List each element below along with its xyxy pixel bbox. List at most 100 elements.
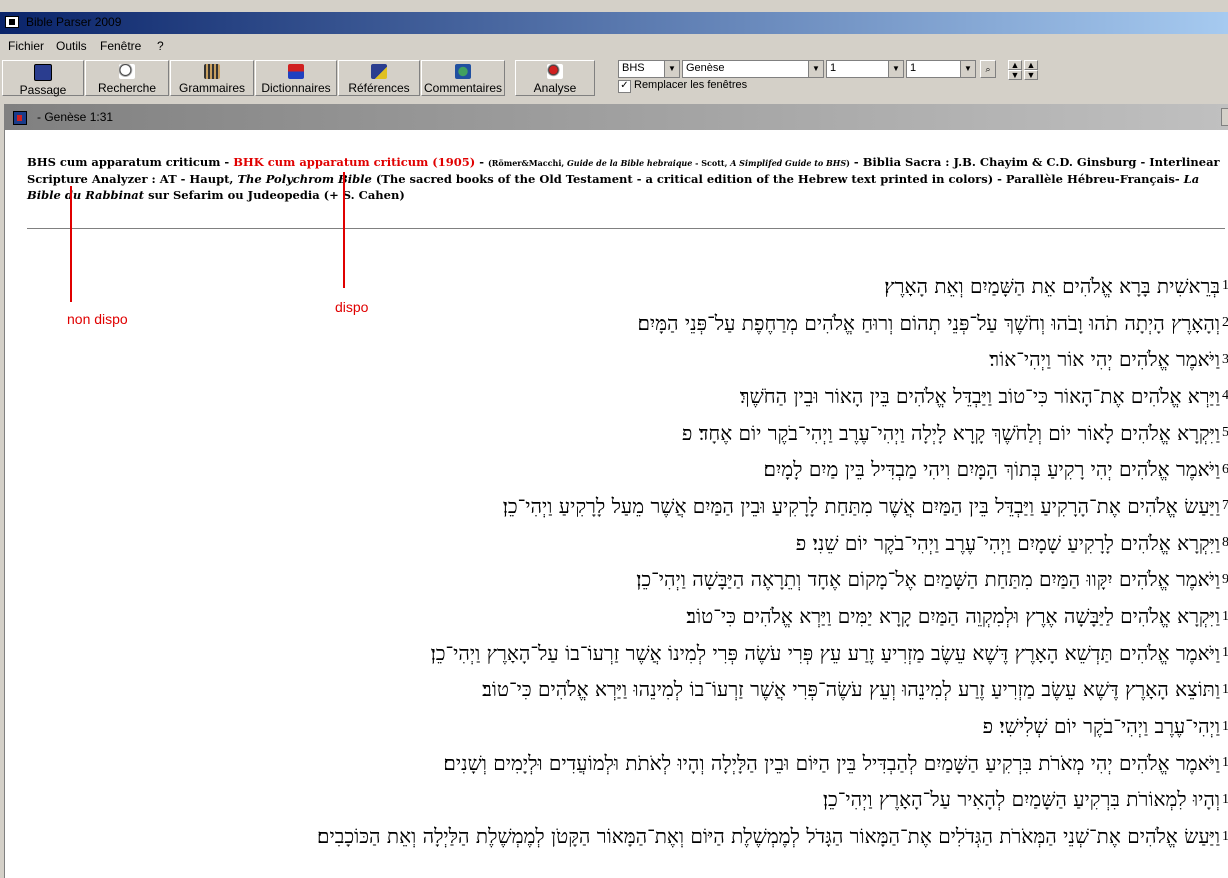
verse-row[interactable]: 1 וַיְהִי־עֶרֶב וַיְהִי־בֹקֶר יוֹם שְׁלִי… [69,708,1228,745]
document-icon[interactable] [13,111,27,125]
search-icon: ⌕ [985,64,991,74]
verse-row[interactable]: 7 וַיַּעַשׂ אֱלֹהִים אֶת־הָרָקִיעַ וַיַּב… [69,488,1228,525]
app-icon [5,16,19,28]
verse-number: 2 [1222,315,1228,331]
verse-text[interactable]: וַיֹּאמֶר אֱלֹהִים תַּדְשֵׁא הָאָרֶץ דֶּ… [431,641,1220,666]
verse-text[interactable]: וַיֹּאמֶר אֱלֹהִים יִקָּווּ הַמַּיִם מִת… [636,567,1220,592]
passage-button[interactable]: Passage [2,60,84,97]
book-select[interactable]: Genèse ▼ [682,60,824,78]
grammaires-button[interactable]: Grammaires [170,60,254,96]
verse-row[interactable]: 5 וַיִּקְרָא אֱלֹהִים לָאוֹר יוֹם וְלַחֹש… [69,415,1228,452]
replace-windows-label: Remplacer les fenêtres [634,79,748,91]
verse-row[interactable]: 1 וְהָיוּ לִמְאוֹרֹת בִּרְקִיעַ הַשָּׁמַי… [69,782,1228,819]
commentaires-button[interactable]: Commentaires [421,60,505,96]
recherche-button[interactable]: Recherche [85,60,169,96]
chevron-down-icon: ▼ [888,61,903,77]
verse-row[interactable]: 9 וַיֹּאמֶר אֱלֹהִים יִקָּווּ הַמַּיִם מִ… [69,562,1228,599]
verse-number: 1 [1222,718,1228,734]
toolbar: Passage Recherche Grammaires Dictionnair… [0,58,1228,100]
verse-row[interactable]: 8 וַיִּקְרָא אֱלֹהִים לָרָקִיעַ שָׁמָיִם … [69,525,1228,562]
sources-list: BHS cum apparatum criticum - BHK cum app… [27,154,1225,203]
verse-number: 9 [1222,571,1228,587]
chapter-select[interactable]: 1 ▼ [826,60,904,78]
spin-down-left-button[interactable]: ▼ [1008,70,1022,80]
source-romer-macchi: (Römer&Macchi, [487,158,567,168]
menu-outils[interactable]: Outils [56,39,87,53]
version-select[interactable]: BHS ▼ [618,60,680,78]
replace-windows-checkbox[interactable]: ✓ [618,80,631,93]
references-label: Références [348,81,410,95]
verse-number: 1 [1222,828,1228,844]
verse-text[interactable]: וַיֹּאמֶר אֱלֹהִים יְהִי מְאֹרֹת בִּרְקִ… [443,751,1220,776]
verse-text[interactable]: וַיַּעַשׂ אֱלֹהִים אֶת־שְׁנֵי הַמְּאֹרֹת… [317,824,1220,849]
verse-text[interactable]: וַיֹּאמֶר אֱלֹהִים יְהִי רָקִיעַ בְּתוֹך… [764,457,1220,482]
verse-text[interactable]: בְּרֵאשִׁית בָּרָא אֱלֹהִים אֵת הַשָּׁמַ… [884,274,1220,299]
grammaires-label: Grammaires [178,81,245,95]
source-separator: - [475,155,488,169]
reference-book-icon [371,64,387,79]
menu-fenetre[interactable]: Fenêtre [100,39,141,53]
book-value: Genèse [686,62,725,74]
checkmark-icon: ✓ [620,80,629,91]
source-bhk[interactable]: BHK cum apparatum criticum (1905) [233,155,475,169]
verse-row[interactable]: 2 וְהָאָרֶץ הָיְתָה תֹהוּ וָבֹהוּ וְחֹשֶׁ… [69,305,1228,342]
menu-help[interactable]: ? [157,39,164,53]
dictionnaires-button[interactable]: Dictionnaires [255,60,337,96]
dictionnaires-label: Dictionnaires [261,81,331,95]
verse-text[interactable]: וַיִּקְרָא אֱלֹהִים לָאוֹר יוֹם וְלַחֹשֶ… [682,421,1220,446]
chevron-down-icon: ▼ [664,61,679,77]
verse-text[interactable]: וְהָיוּ לִמְאוֹרֹת בִּרְקִיעַ הַשָּׁמַיִ… [823,787,1220,812]
verse-row[interactable]: 1 וַיַּעַשׂ אֱלֹהִים אֶת־שְׁנֵי הַמְּאֹרֹ… [69,818,1228,855]
chevron-down-icon: ▼ [960,61,975,77]
verse-text[interactable]: וַיַּרְא אֱלֹהִים אֶת־הָאוֹר כִּי־טוֹב ו… [740,384,1220,409]
verse-row[interactable]: 1 וַיֹּאמֶר אֱלֹהִים יְהִי מְאֹרֹת בִּרְק… [69,745,1228,782]
verse-text[interactable]: וַיְהִי־עֶרֶב וַיְהִי־בֹקֶר יוֹם שְׁלִיש… [983,714,1220,739]
verse-list: 1 בְּרֵאשִׁית בָּרָא אֱלֹהִים אֵת הַשָּׁמ… [69,268,1228,855]
source-polychrom-bible[interactable]: The Polychrom Bible [237,172,371,186]
source-bhs[interactable]: BHS cum apparatum criticum - [27,155,233,169]
verse-number: 3 [1222,351,1228,367]
verse-text[interactable]: וַיִּקְרָא אֱלֹהִים לַיַּבָּשָׁה אֶרֶץ ו… [686,604,1220,629]
menu-bar: Fichier Outils Fenêtre ? [0,36,1228,56]
analyse-button[interactable]: Analyse [515,60,595,96]
verse-number: 1 [1222,278,1228,294]
chevron-down-icon: ▼ [808,61,823,77]
separator-line [27,228,1225,229]
arrow-up-icon: ▲ [1026,60,1036,70]
source-scott: - Scott, [692,158,731,168]
magnifier-icon [119,64,135,79]
verse-text[interactable]: וַתּוֹצֵא הָאָרֶץ דֶּשֶׁא עֵשֶׂב מַזְרִי… [482,677,1220,702]
verse-row[interactable]: 3 וַיֹּאמֶר אֱלֹהִים יְהִי אוֹר וַיְהִי־א… [69,341,1228,378]
spin-up-left-button[interactable]: ▲ [1008,60,1022,70]
verse-text[interactable]: וְהָאָרֶץ הָיְתָה תֹהוּ וָבֹהוּ וְחֹשֶׁך… [637,311,1220,336]
verse-row[interactable]: 1 וַתּוֹצֵא הָאָרֶץ דֶּשֶׁא עֵשֶׂב מַזְרִ… [69,672,1228,709]
verse-row[interactable]: 1 וַיֹּאמֶר אֱלֹהִים תַּדְשֵׁא הָאָרֶץ דֶ… [69,635,1228,672]
passage-label: Passage [19,83,67,97]
verse-number: 1 [1222,755,1228,771]
source-polychrom-desc: (The sacred books of the Old Testament -… [371,172,1184,186]
verse-row[interactable]: 1 בְּרֵאשִׁית בָּרָא אֱלֹהִים אֵת הַשָּׁמ… [69,268,1228,305]
verse-row[interactable]: 6 וַיֹּאמֶר אֱלֹהִים יְהִי רָקִיעַ בְּתוֹ… [69,451,1228,488]
verse-number: 1 [1222,791,1228,807]
comment-icon [455,64,471,79]
spin-up-right-button[interactable]: ▲ [1024,60,1038,70]
arrow-down-icon: ▼ [1010,70,1020,80]
references-button[interactable]: Références [338,60,420,96]
books-icon [204,64,220,79]
verse-text[interactable]: וַיַּעַשׂ אֱלֹהִים אֶת־הָרָקִיעַ וַיַּבְ… [503,494,1220,519]
verse-row[interactable]: 4 וַיַּרְא אֱלֹהִים אֶת־הָאוֹר כִּי־טוֹב … [69,378,1228,415]
spin-down-right-button[interactable]: ▼ [1024,70,1038,80]
go-search-button[interactable]: ⌕ [980,60,996,78]
verse-row[interactable]: 1 וַיִּקְרָא אֱלֹהִים לַיַּבָּשָׁה אֶרֶץ … [69,598,1228,635]
arrow-up-icon: ▲ [1010,60,1020,70]
source-sefarim[interactable]: sur Sefarim ou Judeopedia (+ S. Cahen) [144,188,405,202]
verse-number: 7 [1222,498,1228,514]
verse-number: 5 [1222,425,1228,441]
verse-text[interactable]: וַיֹּאמֶר אֱלֹהִים יְהִי אוֹר וַיְהִי־או… [989,347,1220,372]
document-window: - Genèse 1:31 BHS cum apparatum criticum… [4,104,1228,878]
verse-select[interactable]: 1 ▼ [906,60,976,78]
verse-number: 4 [1222,388,1228,404]
menu-fichier[interactable]: Fichier [8,39,44,53]
verse-text[interactable]: וַיִּקְרָא אֱלֹהִים לָרָקִיעַ שָׁמָיִם ו… [796,531,1220,556]
window-control-button[interactable] [1221,108,1228,126]
